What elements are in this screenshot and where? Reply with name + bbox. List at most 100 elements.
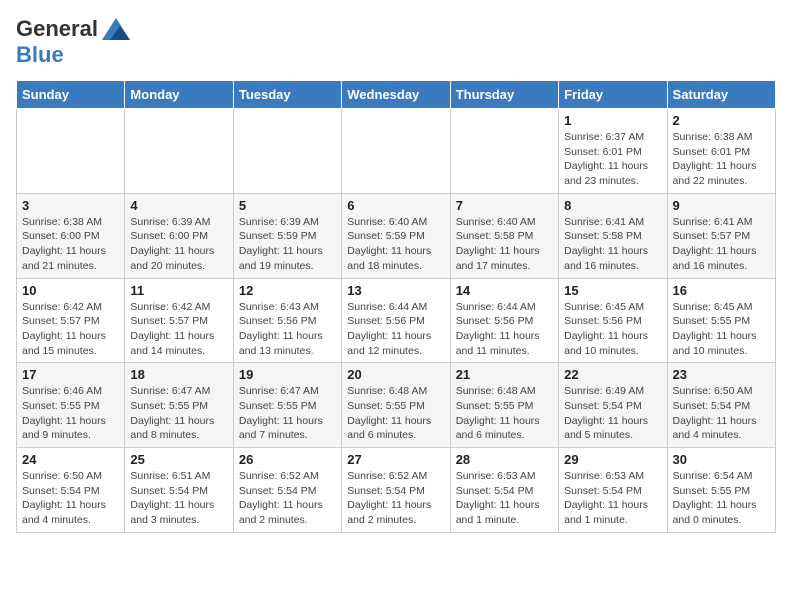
calendar-cell: 17 Sunrise: 6:46 AMSunset: 5:55 PMDayligh… — [17, 363, 125, 448]
day-number: 2 — [673, 113, 770, 128]
day-info: Sunrise: 6:42 AMSunset: 5:57 PMDaylight:… — [130, 300, 227, 359]
day-number: 22 — [564, 367, 661, 382]
day-header-tuesday: Tuesday — [233, 81, 341, 109]
day-number: 8 — [564, 198, 661, 213]
calendar-cell: 1 Sunrise: 6:37 AMSunset: 6:01 PMDaylight… — [559, 109, 667, 194]
calendar-cell: 7 Sunrise: 6:40 AMSunset: 5:58 PMDaylight… — [450, 193, 558, 278]
day-header-sunday: Sunday — [17, 81, 125, 109]
day-number: 29 — [564, 452, 661, 467]
day-number: 3 — [22, 198, 119, 213]
day-header-saturday: Saturday — [667, 81, 775, 109]
day-info: Sunrise: 6:52 AMSunset: 5:54 PMDaylight:… — [239, 469, 336, 528]
blue-text: Blue — [16, 42, 64, 67]
calendar-cell: 25 Sunrise: 6:51 AMSunset: 5:54 PMDayligh… — [125, 448, 233, 533]
day-number: 23 — [673, 367, 770, 382]
day-info: Sunrise: 6:53 AMSunset: 5:54 PMDaylight:… — [456, 469, 553, 528]
day-number: 1 — [564, 113, 661, 128]
calendar-cell: 26 Sunrise: 6:52 AMSunset: 5:54 PMDayligh… — [233, 448, 341, 533]
day-info: Sunrise: 6:48 AMSunset: 5:55 PMDaylight:… — [456, 384, 553, 443]
day-info: Sunrise: 6:44 AMSunset: 5:56 PMDaylight:… — [456, 300, 553, 359]
day-number: 9 — [673, 198, 770, 213]
day-info: Sunrise: 6:49 AMSunset: 5:54 PMDaylight:… — [564, 384, 661, 443]
day-number: 24 — [22, 452, 119, 467]
day-info: Sunrise: 6:44 AMSunset: 5:56 PMDaylight:… — [347, 300, 444, 359]
day-info: Sunrise: 6:52 AMSunset: 5:54 PMDaylight:… — [347, 469, 444, 528]
calendar-cell: 2 Sunrise: 6:38 AMSunset: 6:01 PMDaylight… — [667, 109, 775, 194]
calendar-cell — [125, 109, 233, 194]
day-info: Sunrise: 6:38 AMSunset: 6:00 PMDaylight:… — [22, 215, 119, 274]
calendar-cell: 15 Sunrise: 6:45 AMSunset: 5:56 PMDayligh… — [559, 278, 667, 363]
day-info: Sunrise: 6:50 AMSunset: 5:54 PMDaylight:… — [22, 469, 119, 528]
day-info: Sunrise: 6:53 AMSunset: 5:54 PMDaylight:… — [564, 469, 661, 528]
day-number: 17 — [22, 367, 119, 382]
calendar-cell: 13 Sunrise: 6:44 AMSunset: 5:56 PMDayligh… — [342, 278, 450, 363]
calendar-cell — [233, 109, 341, 194]
calendar-cell: 20Sunrise: 6:48 AMSunset: 5:55 PMDayligh… — [342, 363, 450, 448]
day-number: 19 — [239, 367, 336, 382]
logo: General Blue — [16, 16, 130, 68]
day-info: Sunrise: 6:40 AMSunset: 5:58 PMDaylight:… — [456, 215, 553, 274]
calendar-cell: 3 Sunrise: 6:38 AMSunset: 6:00 PMDaylight… — [17, 193, 125, 278]
day-number: 7 — [456, 198, 553, 213]
calendar-cell: 14Sunrise: 6:44 AMSunset: 5:56 PMDayligh… — [450, 278, 558, 363]
day-info: Sunrise: 6:45 AMSunset: 5:55 PMDaylight:… — [673, 300, 770, 359]
day-info: Sunrise: 6:39 AMSunset: 5:59 PMDaylight:… — [239, 215, 336, 274]
day-info: Sunrise: 6:39 AMSunset: 6:00 PMDaylight:… — [130, 215, 227, 274]
day-number: 15 — [564, 283, 661, 298]
calendar-cell: 29 Sunrise: 6:53 AMSunset: 5:54 PMDayligh… — [559, 448, 667, 533]
day-info: Sunrise: 6:40 AMSunset: 5:59 PMDaylight:… — [347, 215, 444, 274]
calendar-cell: 22 Sunrise: 6:49 AMSunset: 5:54 PMDayligh… — [559, 363, 667, 448]
day-info: Sunrise: 6:54 AMSunset: 5:55 PMDaylight:… — [673, 469, 770, 528]
day-number: 28 — [456, 452, 553, 467]
day-number: 13 — [347, 283, 444, 298]
calendar-cell: 8Sunrise: 6:41 AMSunset: 5:58 PMDaylight… — [559, 193, 667, 278]
calendar-cell: 28 Sunrise: 6:53 AMSunset: 5:54 PMDayligh… — [450, 448, 558, 533]
day-number: 21 — [456, 367, 553, 382]
calendar-cell: 24 Sunrise: 6:50 AMSunset: 5:54 PMDayligh… — [17, 448, 125, 533]
calendar-cell: 4 Sunrise: 6:39 AMSunset: 6:00 PMDaylight… — [125, 193, 233, 278]
calendar-cell: 11 Sunrise: 6:42 AMSunset: 5:57 PMDayligh… — [125, 278, 233, 363]
day-info: Sunrise: 6:46 AMSunset: 5:55 PMDaylight:… — [22, 384, 119, 443]
day-info: Sunrise: 6:42 AMSunset: 5:57 PMDaylight:… — [22, 300, 119, 359]
general-text: General — [16, 16, 98, 42]
day-number: 6 — [347, 198, 444, 213]
day-number: 30 — [673, 452, 770, 467]
day-info: Sunrise: 6:51 AMSunset: 5:54 PMDaylight:… — [130, 469, 227, 528]
day-number: 27 — [347, 452, 444, 467]
calendar-cell: 5 Sunrise: 6:39 AMSunset: 5:59 PMDaylight… — [233, 193, 341, 278]
calendar: SundayMondayTuesdayWednesdayThursdayFrid… — [16, 80, 776, 533]
calendar-cell: 10 Sunrise: 6:42 AMSunset: 5:57 PMDayligh… — [17, 278, 125, 363]
calendar-cell: 21 Sunrise: 6:48 AMSunset: 5:55 PMDayligh… — [450, 363, 558, 448]
day-number: 11 — [130, 283, 227, 298]
day-header-thursday: Thursday — [450, 81, 558, 109]
calendar-cell — [450, 109, 558, 194]
day-number: 5 — [239, 198, 336, 213]
calendar-cell: 16 Sunrise: 6:45 AMSunset: 5:55 PMDayligh… — [667, 278, 775, 363]
day-info: Sunrise: 6:50 AMSunset: 5:54 PMDaylight:… — [673, 384, 770, 443]
day-number: 25 — [130, 452, 227, 467]
day-number: 4 — [130, 198, 227, 213]
day-number: 12 — [239, 283, 336, 298]
calendar-cell: 30 Sunrise: 6:54 AMSunset: 5:55 PMDayligh… — [667, 448, 775, 533]
logo-icon — [102, 18, 130, 40]
day-info: Sunrise: 6:43 AMSunset: 5:56 PMDaylight:… — [239, 300, 336, 359]
header: General Blue — [16, 16, 776, 68]
day-info: Sunrise: 6:41 AMSunset: 5:57 PMDaylight:… — [673, 215, 770, 274]
day-number: 20 — [347, 367, 444, 382]
day-number: 16 — [673, 283, 770, 298]
day-header-friday: Friday — [559, 81, 667, 109]
calendar-cell: 18Sunrise: 6:47 AMSunset: 5:55 PMDayligh… — [125, 363, 233, 448]
day-info: Sunrise: 6:38 AMSunset: 6:01 PMDaylight:… — [673, 130, 770, 189]
day-header-wednesday: Wednesday — [342, 81, 450, 109]
day-number: 26 — [239, 452, 336, 467]
day-header-monday: Monday — [125, 81, 233, 109]
calendar-cell: 19 Sunrise: 6:47 AMSunset: 5:55 PMDayligh… — [233, 363, 341, 448]
day-number: 10 — [22, 283, 119, 298]
day-info: Sunrise: 6:47 AMSunset: 5:55 PMDaylight:… — [239, 384, 336, 443]
day-info: Sunrise: 6:45 AMSunset: 5:56 PMDaylight:… — [564, 300, 661, 359]
day-info: Sunrise: 6:37 AMSunset: 6:01 PMDaylight:… — [564, 130, 661, 189]
calendar-cell: 23 Sunrise: 6:50 AMSunset: 5:54 PMDayligh… — [667, 363, 775, 448]
calendar-cell: 27 Sunrise: 6:52 AMSunset: 5:54 PMDayligh… — [342, 448, 450, 533]
day-info: Sunrise: 6:47 AMSunset: 5:55 PMDaylight:… — [130, 384, 227, 443]
calendar-cell: 6 Sunrise: 6:40 AMSunset: 5:59 PMDaylight… — [342, 193, 450, 278]
